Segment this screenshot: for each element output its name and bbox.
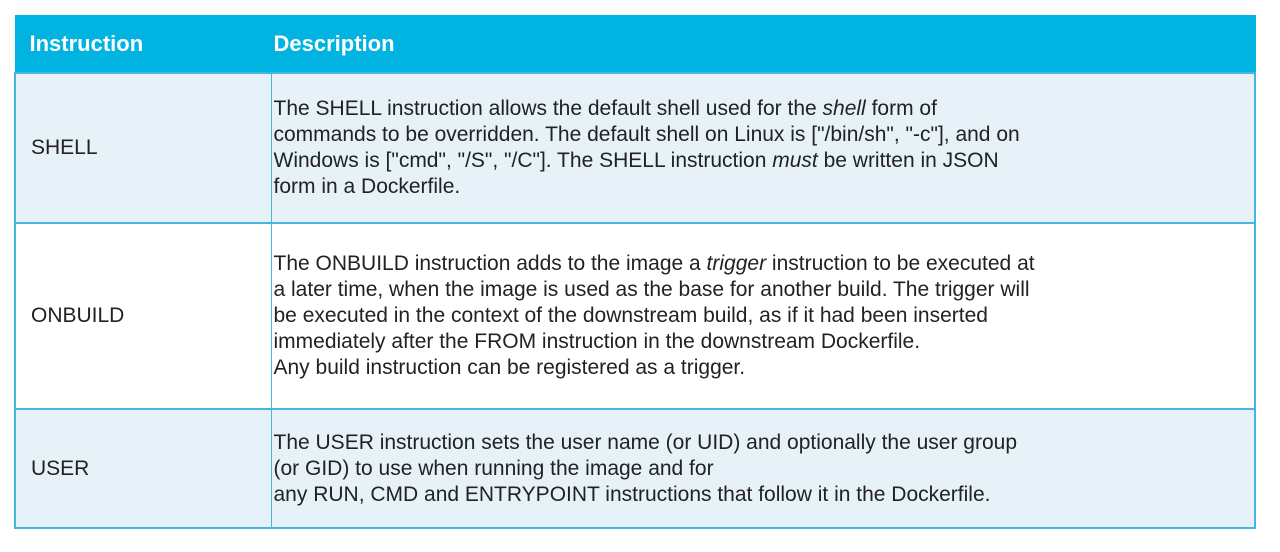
table-row-shell: SHELL The SHELL instruction allows the d…	[14, 72, 1256, 224]
table-row-user: USER The USER instruction sets the user …	[14, 408, 1256, 529]
description-text: commands to be overridden. The default s…	[273, 123, 1020, 146]
description-text: The ONBUILD instruction adds to the imag…	[273, 252, 707, 275]
description-text: The SHELL instruction allows the default…	[273, 97, 823, 120]
description-text: form of	[865, 97, 937, 120]
description-line: commands to be overridden. The default s…	[274, 122, 1243, 148]
instruction-cell: SHELL	[14, 72, 272, 224]
table-row-onbuild: ONBUILD The ONBUILD instruction adds to …	[14, 222, 1256, 410]
description-text: any RUN, CMD and ENTRYPOINT instructions…	[273, 482, 991, 506]
description-text: (or GID) to use when running the image a…	[273, 456, 714, 480]
header-instruction: Instruction	[14, 15, 272, 74]
description-line: a later time, when the image is used as …	[274, 277, 1243, 303]
description-text: a later time, when the image is used as …	[273, 278, 1030, 301]
description-text: Windows is ["cmd", "/S", "/C"]. The SHEL…	[273, 149, 773, 172]
description-line: Windows is ["cmd", "/S", "/C"]. The SHEL…	[274, 148, 1243, 174]
description-line: Any build instruction can be registered …	[274, 355, 1243, 381]
description-line: form in a Dockerfile.	[274, 174, 1243, 200]
emphasis-text: shell	[822, 97, 866, 120]
description-cell: The SHELL instruction allows the default…	[270, 72, 1256, 224]
table-body: SHELL The SHELL instruction allows the d…	[14, 72, 1256, 529]
instruction-table: Instruction Description SHELL The SHELL …	[14, 15, 1256, 529]
description-line: any RUN, CMD and ENTRYPOINT instructions…	[274, 482, 1243, 508]
description-cell: The USER instruction sets the user name …	[270, 408, 1256, 529]
description-cell: The ONBUILD instruction adds to the imag…	[270, 222, 1256, 410]
description-text: instruction to be executed at	[766, 252, 1035, 275]
description-line: The ONBUILD instruction adds to the imag…	[274, 251, 1243, 277]
description-text: form in a Dockerfile.	[273, 175, 461, 198]
description-line: immediately after the FROM instruction i…	[274, 329, 1243, 355]
description-text: immediately after the FROM instruction i…	[273, 330, 921, 353]
description-text: be executed in the context of the downst…	[273, 304, 988, 327]
description-text: be written in JSON	[817, 149, 999, 172]
header-description: Description	[270, 15, 1256, 74]
emphasis-text: must	[772, 149, 818, 172]
table-header: Instruction Description	[14, 15, 1256, 74]
header-row: Instruction Description	[14, 15, 1256, 74]
description-text: The USER instruction sets the user name …	[273, 430, 1018, 454]
instruction-cell: ONBUILD	[14, 222, 272, 410]
description-line: (or GID) to use when running the image a…	[274, 456, 1243, 482]
description-line: The USER instruction sets the user name …	[274, 430, 1243, 456]
instruction-cell: USER	[14, 408, 272, 529]
description-text: Any build instruction can be registered …	[273, 356, 746, 379]
description-line: The SHELL instruction allows the default…	[274, 96, 1243, 122]
description-line: be executed in the context of the downst…	[274, 303, 1243, 329]
emphasis-text: trigger	[706, 252, 767, 275]
